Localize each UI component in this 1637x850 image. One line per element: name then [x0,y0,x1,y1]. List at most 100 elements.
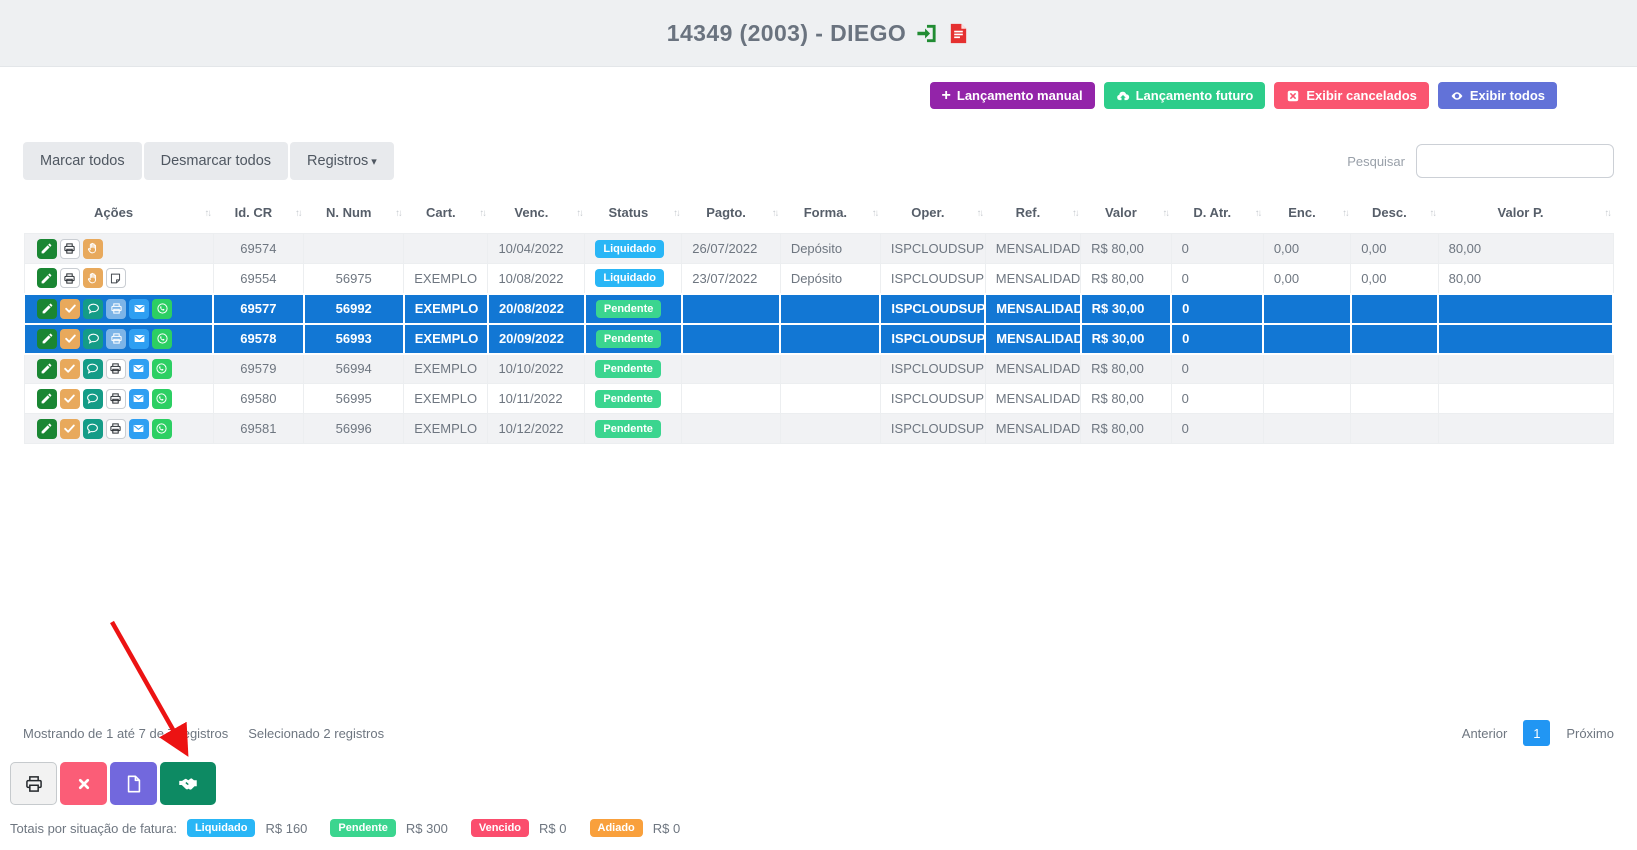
table-row[interactable]: 69580 56995 EXEMPLO 10/11/2022 Pendente ISPCL… [23,383,1614,414]
exibir-todos-button[interactable]: Exibir todos [1437,82,1557,109]
column-label: Status [608,205,649,220]
total-value: R$ 0 [539,820,567,836]
column-header-n-num[interactable]: N. Num ↑↓ [304,195,404,234]
edit-icon[interactable] [37,298,57,319]
whatsapp-icon[interactable] [152,298,172,319]
edit-icon[interactable] [36,418,57,439]
registros-dropdown[interactable]: Registros ▾ [290,142,394,180]
marcar-todos-button[interactable]: Marcar todos [23,142,142,180]
cell-id-cr: 69580 [212,383,305,414]
column-header-forma[interactable]: Forma. ↑↓ [780,195,880,234]
cell-pagto [681,413,781,444]
column-header-status[interactable]: Status ↑↓ [585,195,682,234]
comments-icon[interactable] [82,418,103,439]
cell-valor-p [1437,413,1614,444]
column-header-d-atr[interactable]: D. Atr. ↑↓ [1171,195,1263,234]
print-icon[interactable] [106,328,126,349]
sort-icon: ↑↓ [479,207,486,219]
print-icon[interactable] [59,238,80,259]
table-row[interactable]: 69581 56996 EXEMPLO 10/12/2022 Pendente ISPCL… [23,413,1614,444]
check-icon[interactable] [60,298,80,319]
edit-icon[interactable] [36,388,57,409]
invoice-icon[interactable] [947,22,970,45]
cell-n-num: 56993 [302,322,405,355]
cell-d-atr: 0 [1170,292,1265,325]
table-row[interactable]: 69574 10/04/2022 Liquidado 26/07/2022 Depósi… [23,233,1614,264]
column-header-valor-p[interactable]: Valor P. ↑↓ [1438,195,1613,234]
mail-icon[interactable] [128,418,149,439]
cell-valor-p [1437,383,1614,414]
table-row[interactable]: 69554 56975 EXEMPLO 10/08/2022 Liquidado 23/0… [23,263,1614,294]
print-icon[interactable] [105,358,126,379]
note-icon[interactable] [105,268,126,289]
whatsapp-icon[interactable] [152,328,172,349]
current-page-button[interactable]: 1 [1523,720,1551,746]
column-header-acoes[interactable]: Ações ↑↓ [24,195,213,234]
comments-icon[interactable] [82,388,103,409]
settle-selected-button[interactable] [160,762,216,805]
cell-enc [1262,322,1352,355]
column-header-valor[interactable]: Valor ↑↓ [1081,195,1172,234]
cell-n-num: 56996 [303,413,405,444]
cell-d-atr: 0 [1170,263,1264,294]
table-row[interactable]: 69578 56993 EXEMPLO 20/09/2022 Pendente ISPCL… [22,322,1614,355]
status-badge: Pendente [330,819,396,837]
table-row[interactable]: 69579 56994 EXEMPLO 10/10/2022 Pendente ISPCL… [23,353,1614,384]
whatsapp-icon[interactable] [151,388,172,409]
check-icon[interactable] [59,388,80,409]
next-page-link[interactable]: Próximo [1566,726,1614,741]
plus-icon: + [941,86,951,104]
cell-pagto [680,322,782,355]
edit-icon[interactable] [36,238,57,259]
cell-valor-p: 80,00 [1437,263,1614,294]
cancel-selected-button[interactable] [60,762,107,805]
column-header-id-cr[interactable]: Id. CR ↑↓ [213,195,304,234]
whatsapp-icon[interactable] [151,358,172,379]
hand-icon[interactable] [82,268,103,289]
title-bar: 14349 (2003) - DIEGO [0,0,1637,67]
column-header-desc[interactable]: Desc. ↑↓ [1351,195,1438,234]
whatsapp-icon[interactable] [151,418,172,439]
edit-icon[interactable] [36,268,57,289]
check-icon[interactable] [59,358,80,379]
column-header-cart[interactable]: Cart. ↑↓ [404,195,488,234]
print-icon[interactable] [105,418,126,439]
mail-icon[interactable] [129,298,149,319]
sort-icon: ↑↓ [976,207,984,219]
column-label: Id. CR [234,205,273,220]
previous-page-link[interactable]: Anterior [1462,726,1508,741]
status-badge: Pendente [595,329,662,348]
mail-icon[interactable] [128,358,149,379]
search-input[interactable] [1416,144,1614,178]
column-header-venc[interactable]: Venc. ↑↓ [488,195,585,234]
column-header-oper[interactable]: Oper. ↑↓ [880,195,985,234]
edit-icon[interactable] [37,328,57,349]
check-icon[interactable] [59,418,80,439]
cell-n-num: 56994 [303,353,405,384]
column-header-ref[interactable]: Ref. ↑↓ [985,195,1080,234]
comments-icon[interactable] [83,298,103,319]
hand-icon[interactable] [82,238,103,259]
exibir-cancelados-button[interactable]: Exibir cancelados [1274,82,1429,109]
sort-icon: ↑↓ [204,207,212,219]
mail-icon[interactable] [128,388,149,409]
lancamento-futuro-button[interactable]: Lançamento futuro [1103,82,1266,109]
desmarcar-todos-button[interactable]: Desmarcar todos [143,142,289,180]
sign-in-icon[interactable] [915,22,938,45]
column-header-pagto[interactable]: Pagto. ↑↓ [682,195,781,234]
print-icon[interactable] [105,388,126,409]
mail-icon[interactable] [129,328,149,349]
print-selected-button[interactable] [10,762,57,805]
cell-status: Pendente [583,322,683,355]
comments-icon[interactable] [82,358,103,379]
comments-icon[interactable] [83,328,103,349]
print-icon[interactable] [106,298,126,319]
lancamento-manual-button[interactable]: + Lançamento manual [929,82,1095,109]
column-header-enc[interactable]: Enc. ↑↓ [1263,195,1350,234]
document-selected-button[interactable] [110,762,157,805]
table-row[interactable]: 69577 56992 EXEMPLO 20/08/2022 Pendente ISPCL… [22,292,1614,325]
check-icon[interactable] [60,328,80,349]
sort-icon: ↑↓ [871,207,879,219]
edit-icon[interactable] [36,358,57,379]
print-icon[interactable] [59,268,80,289]
